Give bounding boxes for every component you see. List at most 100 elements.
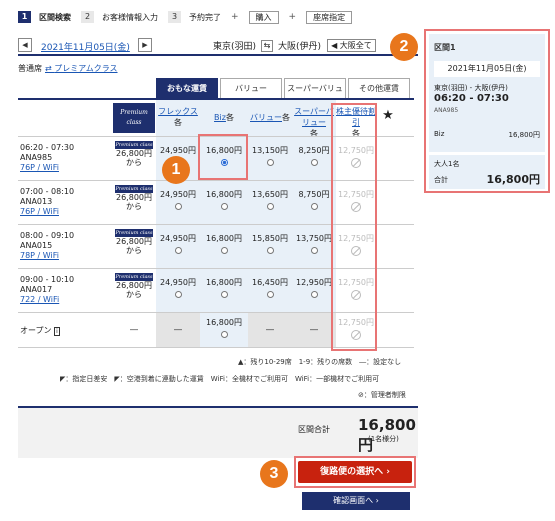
fare-cell-flex[interactable]: 24,950円 xyxy=(156,181,200,224)
fare-tabs: おもな運賃 バリュー スーパーバリュー その他運賃 xyxy=(156,78,412,112)
value-header-link[interactable]: バリュー xyxy=(250,113,282,122)
step-label: お客様情報入力 xyxy=(102,12,158,22)
premium-cell[interactable]: Premium class 26,800円 から xyxy=(112,225,156,268)
fare-cell-super-value[interactable]: 8,750円 xyxy=(292,181,336,224)
flex-header-link[interactable]: フレックス xyxy=(158,107,198,116)
fare-cell-biz[interactable]: 16,800円 xyxy=(200,181,248,224)
flight-time: 08:00 - 09:10 xyxy=(20,231,75,240)
passenger-count: 大人1名 xyxy=(434,160,460,168)
star-column-header: ★ xyxy=(378,100,398,136)
fare-cell-super-value[interactable]: 13,750円 xyxy=(292,225,336,268)
total-per-person: (1名様分) xyxy=(368,435,399,443)
tab-super-value[interactable]: スーパーバリュー xyxy=(284,78,346,112)
fare-radio[interactable] xyxy=(220,203,228,210)
fare-radio[interactable] xyxy=(174,247,182,254)
fare-cell-flex[interactable]: 24,950円 xyxy=(156,269,200,312)
step-3: 3 予約完了 xyxy=(168,11,221,23)
fare-price: 15,850円 xyxy=(252,234,288,243)
fare-radio[interactable] xyxy=(174,291,182,298)
fare-radio[interactable] xyxy=(310,291,318,298)
total-label: 区間合計 xyxy=(298,425,330,434)
flight-info: 06:20 - 07:30 ANA985 76P / WiFi xyxy=(20,137,110,180)
fare-type-label: 普通席 xyxy=(18,64,42,73)
segment-time: 06:20 - 07:30 xyxy=(434,93,509,104)
segment-summary: 区間1 2021年11月05日(金) 東京(羽田) - 大阪(伊丹) 06:20… xyxy=(429,34,545,152)
fare-type: 普通席 ⇄ プレミアムクラス xyxy=(18,63,118,74)
aircraft-link[interactable]: 78P / WiFi xyxy=(20,251,59,260)
fare-price: 24,950円 xyxy=(160,146,196,155)
flight-info: 09:00 - 10:10 ANA017 722 / WiFi xyxy=(20,269,110,312)
premium-price: 26,800円 xyxy=(116,237,152,246)
premium-cell[interactable]: Premium class 26,800円 から xyxy=(112,269,156,312)
fare-radio[interactable] xyxy=(266,247,274,254)
premium-badge: Premium class xyxy=(115,141,153,149)
biz-column-header[interactable]: Biz各 xyxy=(200,100,248,136)
premium-price: 26,800円 xyxy=(116,281,152,290)
fare-cell-value[interactable]: 13,650円 xyxy=(248,181,292,224)
confirm-button[interactable]: 確認画面へ › xyxy=(302,492,410,510)
super-value-header-link[interactable]: スーパーバリュー xyxy=(294,107,334,127)
fare-radio[interactable] xyxy=(220,247,228,254)
premium-cell[interactable]: Premium class 26,800円 から xyxy=(112,181,156,224)
premium-cell[interactable]: Premium class 26,800円 から xyxy=(112,137,156,180)
flight-info: 07:00 - 08:10 ANA013 76P / WiFi xyxy=(20,181,110,224)
aircraft-link[interactable]: 76P / WiFi xyxy=(20,163,59,172)
super-value-column-header[interactable]: スーパーバリュー各 xyxy=(292,100,336,138)
premium-class-link[interactable]: ⇄ プレミアムクラス xyxy=(45,64,118,73)
fare-cell-value[interactable]: 16,450円 xyxy=(248,269,292,312)
price-from-label: から xyxy=(126,246,142,255)
fare-price: 24,950円 xyxy=(160,190,196,199)
fare-cell-super-value: ― xyxy=(292,313,336,347)
fare-cell-biz[interactable]: 16,800円 xyxy=(200,269,248,312)
fare-radio[interactable] xyxy=(266,159,274,166)
step-number: 1 xyxy=(18,11,31,23)
fare-cell-biz[interactable]: 16,800円 xyxy=(200,225,248,268)
price-from-label: から xyxy=(126,158,142,167)
plus-icon: + xyxy=(231,12,239,22)
fare-cell-biz[interactable]: 16,800円 xyxy=(200,313,248,347)
flight-time: 09:00 - 10:10 xyxy=(20,275,75,284)
fare-cell-super-value[interactable]: 8,250円 xyxy=(292,137,336,180)
fare-radio[interactable] xyxy=(174,203,182,210)
value-column-header[interactable]: バリュー各 xyxy=(248,100,292,136)
next-day-button[interactable]: ▶ xyxy=(138,38,152,52)
fare-radio[interactable] xyxy=(220,331,228,338)
aircraft-link[interactable]: 76P / WiFi xyxy=(20,207,59,216)
flight-number: ANA015 xyxy=(20,241,53,250)
step-label: 予約完了 xyxy=(189,12,221,22)
aircraft-link[interactable]: 722 / WiFi xyxy=(20,295,59,304)
fare-radio[interactable] xyxy=(220,291,228,298)
segment-title: 区間1 xyxy=(434,43,456,52)
fare-cell-super-value[interactable]: 12,950円 xyxy=(292,269,336,312)
date-link[interactable]: 2021年11月05日(金) xyxy=(41,40,130,53)
fare-radio[interactable] xyxy=(266,291,274,298)
chevron-right-icon: › xyxy=(375,496,379,505)
tab-other-fares[interactable]: その他運賃 xyxy=(348,78,410,98)
fare-radio[interactable] xyxy=(310,247,318,254)
segment-fare-class: Biz xyxy=(434,130,445,138)
segment-route: 東京(羽田) - 大阪(伊丹) xyxy=(434,84,508,92)
fare-radio[interactable] xyxy=(310,203,318,210)
tab-value[interactable]: バリュー xyxy=(220,78,282,98)
flex-column-header[interactable]: フレックス各 xyxy=(156,100,200,136)
fare-cell-value[interactable]: 15,850円 xyxy=(248,225,292,268)
flight-time: 06:20 - 07:30 xyxy=(20,143,75,152)
biz-header-link[interactable]: Biz xyxy=(214,113,226,122)
swap-icon[interactable]: ⇆ xyxy=(261,39,274,52)
info-icon: i xyxy=(54,327,60,336)
all-destinations-button[interactable]: ◀ 大阪全て xyxy=(327,39,376,52)
prev-day-button[interactable]: ◀ xyxy=(18,38,32,52)
fare-cell-value: ― xyxy=(248,313,292,347)
tab-main-fares[interactable]: おもな運賃 xyxy=(156,78,218,98)
highlight-return-button xyxy=(294,456,416,488)
step-label: 区間検索 xyxy=(39,12,71,22)
seat-select-step: 座席指定 xyxy=(306,10,353,24)
premium-badge: Premium class xyxy=(115,185,153,193)
fare-radio[interactable] xyxy=(266,203,274,210)
fare-cell-flex[interactable]: 24,950円 xyxy=(156,225,200,268)
fare-cell-value[interactable]: 13,150円 xyxy=(248,137,292,180)
origin: 東京(羽田) xyxy=(213,42,257,52)
price-from-label: から xyxy=(126,290,142,299)
fare-radio[interactable] xyxy=(310,159,318,166)
step-number: 2 xyxy=(81,11,94,23)
